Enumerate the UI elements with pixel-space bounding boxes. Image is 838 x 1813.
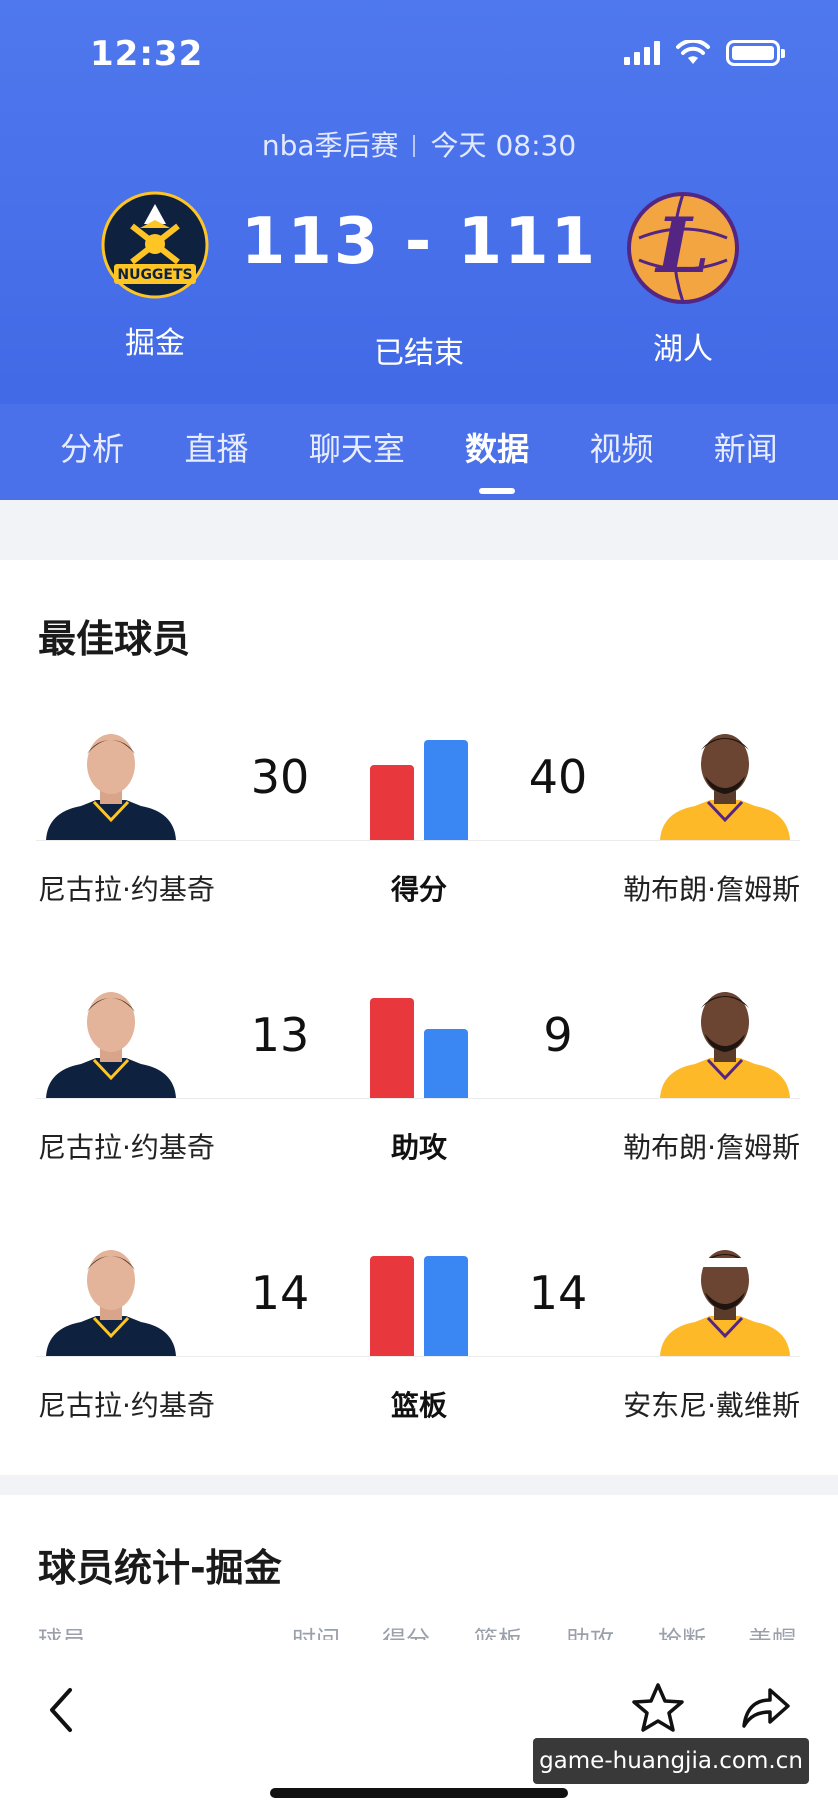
home-stat-value: 14 (250, 1266, 310, 1320)
player-stats-title: 球员统计-掘金 (38, 1546, 282, 1590)
bottom-toolbar (0, 1640, 838, 1813)
home-player-photo[interactable] (36, 1236, 186, 1356)
home-indicator (270, 1788, 568, 1798)
home-stat-value: 30 (250, 750, 310, 804)
away-player-photo[interactable] (650, 720, 800, 840)
game-datetime: 今天 08:30 (430, 129, 577, 162)
best-player-row: 13 9 尼古拉·约基奇 助攻 勒布朗·詹姆斯 (0, 978, 838, 1198)
home-stat-bar (370, 765, 414, 840)
away-player-name[interactable]: 勒布朗·詹姆斯 (623, 868, 800, 908)
away-stat-value: 14 (528, 1266, 588, 1320)
game-info: nba季后赛 今天 08:30 (0, 124, 838, 164)
away-player-name[interactable]: 安东尼·戴维斯 (623, 1384, 800, 1424)
away-player-photo[interactable] (650, 1236, 800, 1356)
status-time: 12:32 (90, 34, 204, 74)
league-name: nba季后赛 (261, 129, 399, 162)
signal-icon (624, 41, 660, 65)
wifi-icon (676, 40, 710, 64)
back-arrow-icon[interactable] (42, 1680, 82, 1740)
tab-analysis[interactable]: 分析 (60, 424, 124, 480)
tab-bar: 分析 直播 聊天室 数据 视频 新闻 (0, 404, 838, 500)
tab-live[interactable]: 直播 (184, 424, 248, 480)
home-stat-bar (370, 1256, 414, 1356)
row-divider (36, 1098, 800, 1099)
home-player-photo[interactable] (36, 720, 186, 840)
away-stat-value: 40 (528, 750, 588, 804)
away-team-name: 湖人 (653, 332, 713, 367)
row-divider (36, 840, 800, 841)
svg-text:L: L (654, 201, 709, 290)
away-stat-bar (424, 1256, 468, 1356)
watermark: game-huangjia.com.cn (533, 1738, 809, 1784)
tab-data[interactable]: 数据 (465, 424, 529, 480)
star-icon[interactable] (630, 1680, 686, 1736)
away-stat-bar (424, 740, 468, 840)
tab-news[interactable]: 新闻 (714, 424, 778, 480)
away-team[interactable]: L 湖人 (598, 190, 768, 368)
away-player-photo[interactable] (650, 978, 800, 1098)
tab-chatroom[interactable]: 聊天室 (309, 424, 405, 480)
lakers-logo-icon: L (627, 192, 739, 304)
row-divider (36, 1356, 800, 1357)
home-stat-bar (370, 998, 414, 1098)
match-header: 12:32 nba季后赛 今天 08:30 NUGGETS 掘金 113 - 11… (0, 0, 838, 500)
share-icon[interactable] (738, 1680, 794, 1736)
home-player-photo[interactable] (36, 978, 186, 1098)
home-stat-value: 13 (250, 1008, 310, 1062)
best-player-row: 14 14 尼古拉·约基奇 篮板 安东尼·戴维斯 (0, 1236, 838, 1456)
best-player-row: 30 40 尼古拉·约基奇 得分 勒布朗·詹姆斯 (0, 720, 838, 940)
away-stat-value: 9 (543, 1008, 573, 1062)
battery-icon (726, 40, 785, 66)
best-players-title: 最佳球员 (38, 617, 191, 661)
best-players-card: 最佳球员 30 40 尼古拉·约基奇 得分 勒布朗·詹姆斯 13 9 尼古拉·约… (0, 560, 838, 1475)
away-player-name[interactable]: 勒布朗·詹姆斯 (623, 1126, 800, 1166)
away-stat-bar (424, 1029, 468, 1098)
tab-video[interactable]: 视频 (589, 424, 653, 480)
status-icons (624, 40, 785, 66)
